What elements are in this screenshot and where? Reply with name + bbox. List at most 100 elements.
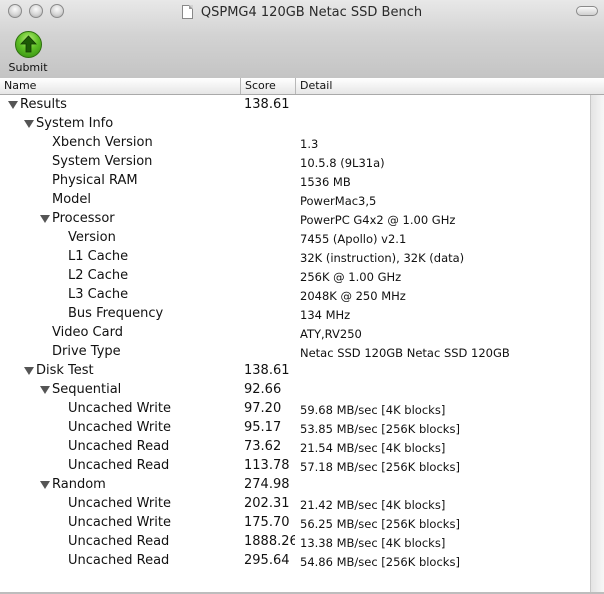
table-row[interactable]: L2 Cache 256K @ 1.00 GHz <box>0 266 590 285</box>
disclosure-triangle-icon[interactable] <box>24 120 34 128</box>
row-detail: 256K @ 1.00 GHz <box>300 270 402 284</box>
row-name: Uncached Write <box>68 401 171 416</box>
row-detail: 59.68 MB/sec [4K blocks] <box>300 403 446 417</box>
table-row[interactable]: Results 138.61 <box>0 95 590 114</box>
row-name: L3 Cache <box>68 287 129 302</box>
table-row[interactable]: Uncached Write 202.31 21.42 MB/sec [4K blo… <box>0 494 590 513</box>
window-title: QSPMG4 120GB Netac SSD Bench <box>200 4 423 20</box>
row-detail: PowerPC G4x2 @ 1.00 GHz <box>300 213 456 227</box>
row-detail: 13.38 MB/sec [4K blocks] <box>300 536 446 550</box>
row-name: Disk Test <box>36 363 94 378</box>
row-name: Processor <box>52 211 115 226</box>
row-name: Results <box>20 97 67 112</box>
table-row[interactable]: Processor PowerPC G4x2 @ 1.00 GHz <box>0 209 590 228</box>
row-score: 138.61 <box>244 363 290 378</box>
row-name: System Info <box>36 116 114 131</box>
row-name: System Version <box>52 154 153 169</box>
submit-button[interactable]: Submit <box>6 29 50 75</box>
row-name: Version <box>68 230 116 245</box>
row-detail: 32K (instruction), 32K (data) <box>300 251 465 265</box>
table-row[interactable]: Drive Type Netac SSD 120GB Netac SSD 120G… <box>0 342 590 361</box>
row-detail: 2048K @ 250 MHz <box>300 289 406 303</box>
row-score: 113.78 <box>244 458 290 473</box>
table-row[interactable]: Uncached Write 97.20 59.68 MB/sec [4K bloc… <box>0 399 590 418</box>
row-detail: 134 MHz <box>300 308 351 322</box>
row-detail: 21.54 MB/sec [4K blocks] <box>300 441 446 455</box>
row-name: Model <box>52 192 92 207</box>
app-window: QSPMG4 120GB Netac SSD Bench Submit Name… <box>0 0 604 594</box>
toolbar-toggle-button[interactable] <box>576 6 598 16</box>
table-row[interactable]: Xbench Version 1.3 <box>0 133 590 152</box>
row-detail: 53.85 MB/sec [256K blocks] <box>300 422 460 436</box>
table-row[interactable]: Uncached Read 73.62 21.54 MB/sec [4K block… <box>0 437 590 456</box>
row-name: L1 Cache <box>68 249 129 264</box>
row-detail: 7455 (Apollo) v2.1 <box>300 232 407 246</box>
row-detail: 56.25 MB/sec [256K blocks] <box>300 517 460 531</box>
row-detail: 54.86 MB/sec [256K blocks] <box>300 555 460 569</box>
row-score: 138.61 <box>244 97 290 112</box>
row-score: 295.64 <box>244 553 290 568</box>
title-bar: QSPMG4 120GB Netac SSD Bench Submit <box>0 0 604 79</box>
row-name: Sequential <box>52 382 122 397</box>
table-row[interactable]: Uncached Read 295.64 54.86 MB/sec [256K bl… <box>0 551 590 570</box>
column-header-detail[interactable]: Detail <box>296 78 604 94</box>
column-header: Name Score Detail <box>0 78 604 95</box>
row-detail: 10.5.8 (9L31a) <box>300 156 385 170</box>
column-header-name[interactable]: Name <box>0 78 241 94</box>
row-name: Physical RAM <box>52 173 138 188</box>
table-row[interactable]: L3 Cache 2048K @ 250 MHz <box>0 285 590 304</box>
row-name: Random <box>52 477 106 492</box>
row-score: 202.31 <box>244 496 290 511</box>
table-row[interactable]: Model PowerMac3,5 <box>0 190 590 209</box>
results-outline: Results 138.61 System Info Xbench Version 1.… <box>0 95 590 594</box>
table-row[interactable]: Sequential 92.66 <box>0 380 590 399</box>
disclosure-triangle-icon[interactable] <box>24 367 34 375</box>
row-detail: 57.18 MB/sec [256K blocks] <box>300 460 460 474</box>
disclosure-triangle-icon[interactable] <box>40 386 50 394</box>
up-arrow-icon <box>15 31 42 58</box>
row-name: Uncached Write <box>68 496 171 511</box>
table-row[interactable]: Uncached Read 1888.26 13.38 MB/sec [4K blo… <box>0 532 590 551</box>
table-row[interactable]: System Info <box>0 114 590 133</box>
vertical-scrollbar[interactable] <box>590 95 604 594</box>
row-score: 97.20 <box>244 401 282 416</box>
row-score: 95.17 <box>244 420 282 435</box>
table-row[interactable]: Disk Test 138.61 <box>0 361 590 380</box>
table-row[interactable]: Uncached Read 113.78 57.18 MB/sec [256K bl… <box>0 456 590 475</box>
disclosure-triangle-icon[interactable] <box>40 215 50 223</box>
row-name: Uncached Read <box>68 553 170 568</box>
table-row[interactable]: System Version 10.5.8 (9L31a) <box>0 152 590 171</box>
table-row[interactable]: Bus Frequency 134 MHz <box>0 304 590 323</box>
row-score: 175.70 <box>244 515 290 530</box>
row-name: Uncached Read <box>68 458 170 473</box>
row-detail: 1.3 <box>300 137 319 151</box>
row-name: Uncached Write <box>68 420 171 435</box>
disclosure-triangle-icon[interactable] <box>40 481 50 489</box>
row-name: Uncached Read <box>68 439 170 454</box>
row-name: Xbench Version <box>52 135 153 150</box>
row-name: Uncached Write <box>68 515 171 530</box>
submit-button-label: Submit <box>8 61 48 74</box>
table-row[interactable]: Video Card ATY,RV250 <box>0 323 590 342</box>
row-name: L2 Cache <box>68 268 129 283</box>
table-row[interactable]: Random 274.98 <box>0 475 590 494</box>
row-name: Uncached Read <box>68 534 170 549</box>
table-row[interactable]: Uncached Write 175.70 56.25 MB/sec [256K b… <box>0 513 590 532</box>
column-header-score[interactable]: Score <box>241 78 296 94</box>
row-score: 92.66 <box>244 382 282 397</box>
disclosure-triangle-icon[interactable] <box>8 101 18 109</box>
row-detail: 1536 MB <box>300 175 351 189</box>
row-name: Bus Frequency <box>68 306 164 321</box>
row-score: 73.62 <box>244 439 282 454</box>
table-row[interactable]: Uncached Write 95.17 53.85 MB/sec [256K bl… <box>0 418 590 437</box>
row-score: 1888.26 <box>244 534 295 549</box>
table-row[interactable]: Physical RAM 1536 MB <box>0 171 590 190</box>
table-row[interactable]: Version 7455 (Apollo) v2.1 <box>0 228 590 247</box>
row-name: Video Card <box>52 325 123 340</box>
row-detail: 21.42 MB/sec [4K blocks] <box>300 498 446 512</box>
row-score: 274.98 <box>244 477 290 492</box>
row-name: Drive Type <box>52 344 121 359</box>
window-title-area: QSPMG4 120GB Netac SSD Bench <box>0 3 604 21</box>
document-icon <box>181 5 193 19</box>
table-row[interactable]: L1 Cache 32K (instruction), 32K (data) <box>0 247 590 266</box>
